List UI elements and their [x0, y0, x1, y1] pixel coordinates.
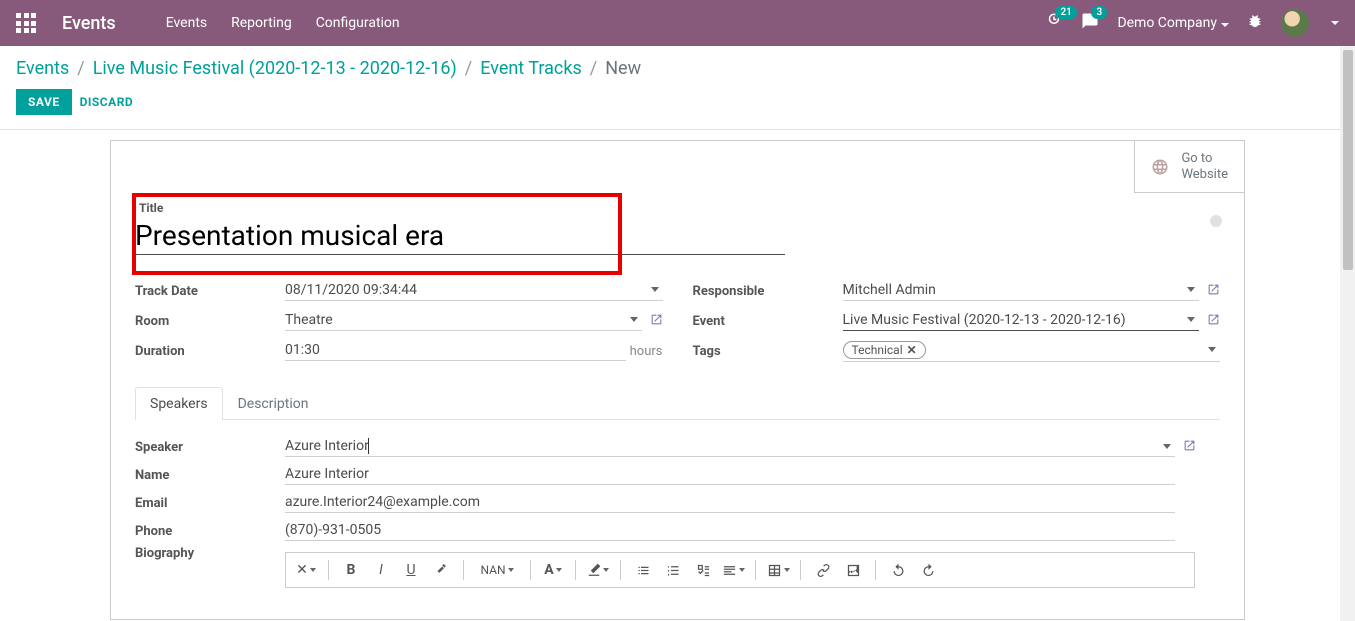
tab-description[interactable]: Description [223, 387, 324, 420]
title-input[interactable] [135, 215, 785, 255]
rte-clear-format-icon[interactable] [427, 557, 455, 583]
title-label: Title [139, 201, 1220, 215]
menu-reporting[interactable]: Reporting [231, 15, 292, 31]
user-menu-caret[interactable] [1331, 21, 1339, 25]
rte-style-icon[interactable]: ✕ [292, 557, 320, 583]
chevron-down-icon [1163, 444, 1171, 449]
rte-paragraph-icon[interactable] [719, 557, 747, 583]
activity-icon[interactable]: 21 [1045, 12, 1063, 34]
chevron-down-icon [630, 317, 638, 322]
rte-highlight-icon[interactable] [584, 557, 612, 583]
speaker-label: Speaker [135, 440, 285, 455]
app-brand: Events [62, 13, 116, 34]
event-label: Event [693, 314, 843, 329]
tab-bar: Speakers Description [135, 387, 1220, 420]
rte-undo-icon[interactable] [884, 557, 912, 583]
track-date-field[interactable]: 08/11/2020 09:34:44 [285, 282, 663, 301]
room-external-link-icon[interactable] [650, 313, 663, 330]
responsible-label: Responsible [693, 284, 843, 299]
rte-bold-icon[interactable]: B [337, 557, 365, 583]
breadcrumb: Events / Live Music Festival (2020-12-13… [16, 58, 1339, 79]
rich-text-toolbar: ✕ B I U NAN A [285, 552, 1195, 588]
rte-ol-icon[interactable] [659, 557, 687, 583]
chevron-down-icon [1187, 317, 1195, 322]
phone-label: Phone [135, 524, 285, 539]
activity-count: 21 [1055, 6, 1076, 19]
menu-events[interactable]: Events [166, 15, 207, 31]
tag-item: Technical✕ [843, 341, 926, 359]
phone-field[interactable]: (870)-931-0505 [285, 522, 1175, 541]
room-field[interactable]: Theatre [285, 312, 642, 331]
user-avatar[interactable] [1281, 9, 1309, 37]
top-navbar: Events Events Reporting Configuration 21… [0, 0, 1355, 46]
chevron-down-icon [1187, 287, 1195, 292]
email-label: Email [135, 496, 285, 511]
name-field[interactable]: Azure Interior [285, 466, 1175, 485]
main-menu: Events Reporting Configuration [166, 15, 400, 31]
rte-redo-icon[interactable] [914, 557, 942, 583]
duration-field[interactable]: 01:30 [285, 342, 626, 361]
rte-fontsize[interactable]: NAN [472, 557, 522, 583]
rte-font-color-icon[interactable]: A [539, 557, 567, 583]
track-date-label: Track Date [135, 284, 285, 299]
duration-suffix: hours [630, 344, 663, 359]
tags-label: Tags [693, 344, 843, 359]
tab-speakers[interactable]: Speakers [135, 387, 223, 420]
responsible-external-link-icon[interactable] [1207, 283, 1220, 300]
scrollbar-thumb[interactable] [1343, 50, 1353, 270]
go-to-website-button[interactable]: Go toWebsite [1134, 141, 1244, 193]
breadcrumb-tracks[interactable]: Event Tracks [480, 58, 582, 79]
save-button[interactable]: SAVE [16, 89, 72, 115]
rte-image-icon[interactable] [839, 557, 867, 583]
chevron-down-icon [1208, 347, 1216, 352]
scrollbar[interactable] [1340, 46, 1355, 621]
discard-button[interactable]: DISCARD [80, 95, 134, 109]
tag-remove-icon[interactable]: ✕ [907, 343, 917, 357]
menu-configuration[interactable]: Configuration [316, 15, 400, 31]
apps-grid-icon[interactable] [16, 13, 36, 33]
responsible-field[interactable]: Mitchell Admin [843, 282, 1200, 301]
chevron-down-icon [651, 287, 659, 292]
tags-field[interactable]: Technical✕ [843, 341, 1221, 362]
message-count: 3 [1091, 6, 1107, 19]
control-panel: Events / Live Music Festival (2020-12-13… [0, 46, 1355, 115]
name-label: Name [135, 468, 285, 483]
rte-link-icon[interactable] [809, 557, 837, 583]
rte-underline-icon[interactable]: U [397, 557, 425, 583]
rte-italic-icon[interactable]: I [367, 557, 395, 583]
rte-ul-icon[interactable] [629, 557, 657, 583]
biography-label: Biography [135, 546, 285, 561]
globe-icon [1151, 158, 1169, 176]
breadcrumb-event[interactable]: Live Music Festival (2020-12-13 - 2020-1… [93, 58, 457, 79]
form-sheet: Go toWebsite Title Track Date 08/11/2020… [110, 140, 1245, 620]
breadcrumb-current: New [605, 58, 641, 79]
rte-table-icon[interactable] [764, 557, 792, 583]
debug-icon[interactable] [1247, 13, 1263, 33]
event-external-link-icon[interactable] [1207, 313, 1220, 330]
company-selector[interactable]: Demo Company [1117, 15, 1229, 31]
breadcrumb-events[interactable]: Events [16, 58, 69, 79]
email-field[interactable]: azure.Interior24@example.com [285, 494, 1175, 513]
rte-checklist-icon[interactable] [689, 557, 717, 583]
messaging-icon[interactable]: 3 [1081, 12, 1099, 34]
speaker-external-link-icon[interactable] [1183, 439, 1196, 456]
speaker-field[interactable]: Azure Interior [285, 438, 1175, 457]
duration-label: Duration [135, 344, 285, 359]
event-field[interactable]: Live Music Festival (2020-12-13 - 2020-1… [843, 312, 1200, 331]
room-label: Room [135, 314, 285, 329]
